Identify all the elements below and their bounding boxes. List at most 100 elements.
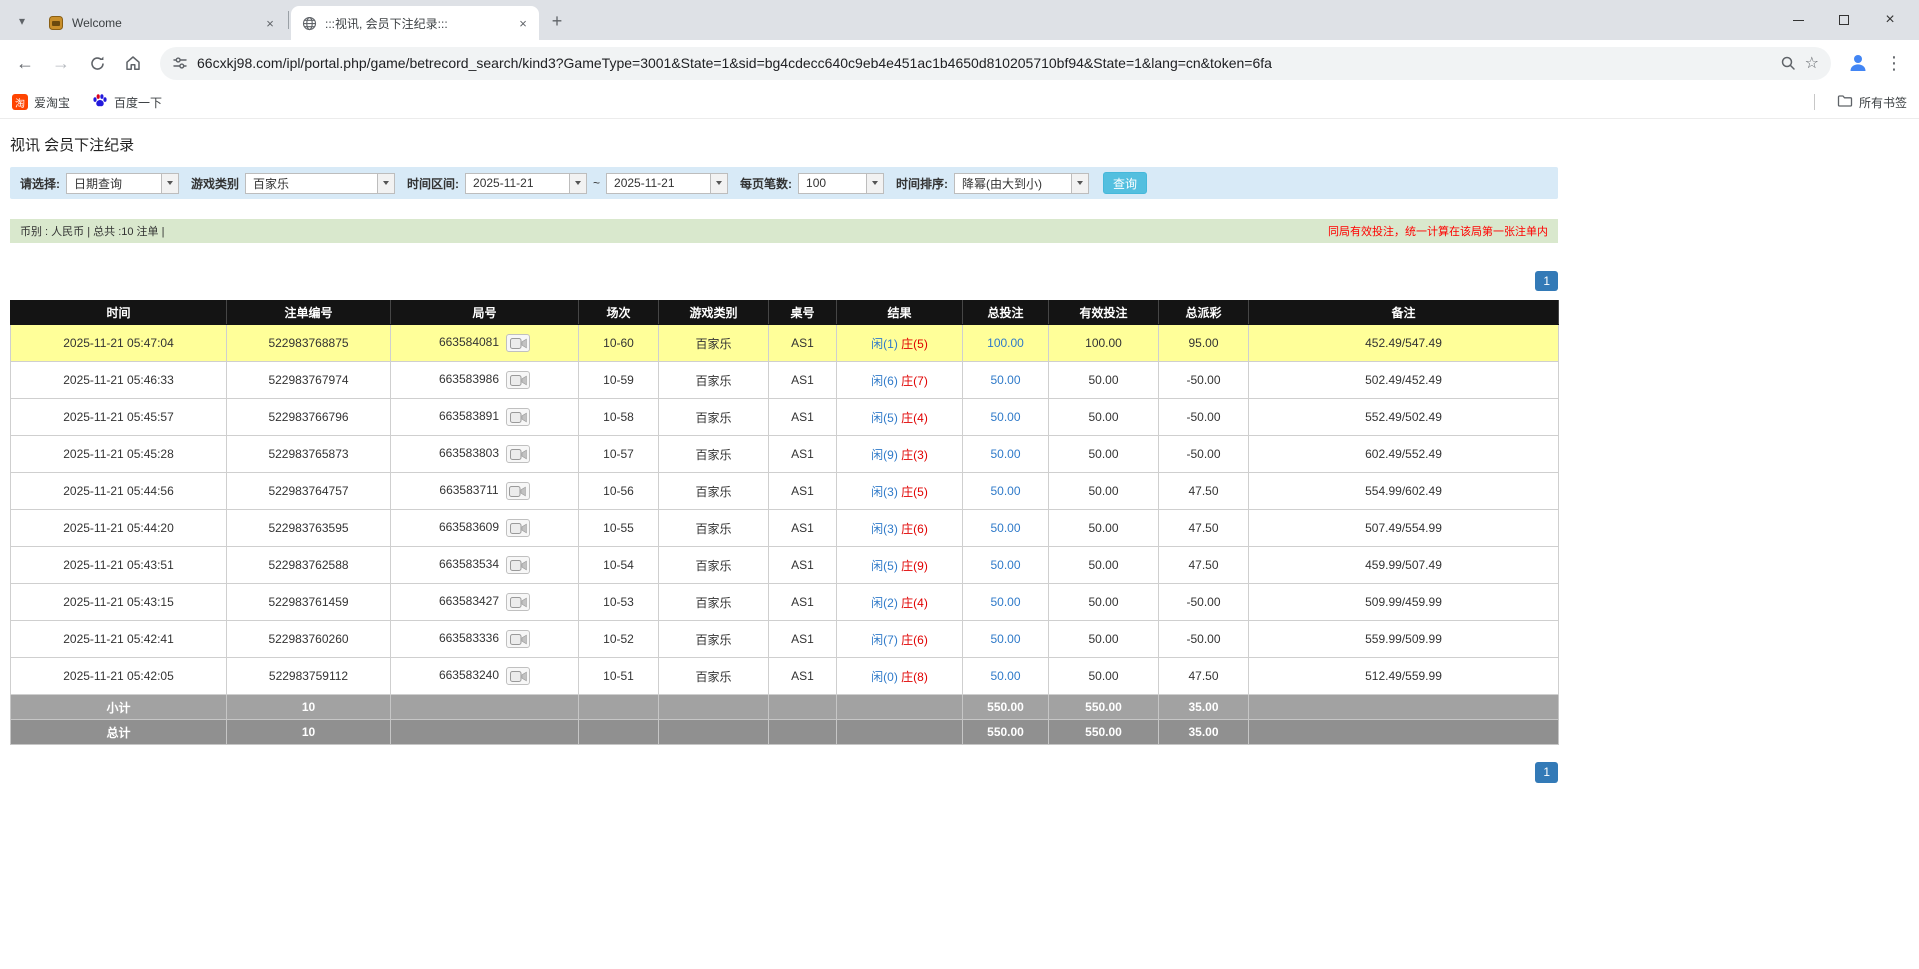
replay-video-icon[interactable] bbox=[506, 408, 530, 426]
forward-button[interactable]: → bbox=[44, 46, 78, 80]
tab-divider bbox=[288, 11, 289, 29]
address-bar[interactable]: 66cxkj98.com/ipl/portal.php/game/betreco… bbox=[160, 47, 1831, 80]
minimize-button[interactable] bbox=[1775, 0, 1821, 40]
total-bet-link[interactable]: 50.00 bbox=[990, 632, 1020, 646]
back-button[interactable]: ← bbox=[8, 46, 42, 80]
select-value: 日期查询 bbox=[67, 174, 129, 193]
result-banker: 庄(6) bbox=[898, 633, 928, 647]
cell-payout: -50.00 bbox=[1159, 399, 1249, 436]
total-bet-link[interactable]: 50.00 bbox=[990, 558, 1020, 572]
tab-close-icon[interactable]: × bbox=[262, 15, 278, 31]
page-number-button[interactable]: 1 bbox=[1535, 762, 1558, 782]
cell-time: 2025-11-21 05:43:15 bbox=[11, 584, 227, 621]
replay-video-icon[interactable] bbox=[506, 593, 530, 611]
cell-round-id: 663583336 bbox=[391, 621, 579, 658]
replay-video-icon[interactable] bbox=[506, 519, 530, 537]
close-window-button[interactable]: × bbox=[1867, 0, 1913, 40]
replay-video-icon[interactable] bbox=[506, 371, 530, 389]
bookmark-star-icon[interactable]: ☆ bbox=[1805, 53, 1819, 73]
bookmarks-bar: 淘 爱淘宝 百度一下 所有书签 bbox=[0, 86, 1919, 119]
page-number-button[interactable]: 1 bbox=[1535, 271, 1558, 291]
cell-game-type: 百家乐 bbox=[659, 510, 769, 547]
cell-session: 10-60 bbox=[579, 325, 659, 362]
cell-time: 2025-11-21 05:45:28 bbox=[11, 436, 227, 473]
zoom-indicator-icon[interactable] bbox=[1780, 55, 1796, 71]
column-header: 场次 bbox=[579, 301, 659, 325]
game-type-select[interactable]: 百家乐 bbox=[245, 173, 395, 194]
bookmark-baidu[interactable]: 百度一下 bbox=[92, 93, 162, 112]
replay-video-icon[interactable] bbox=[506, 556, 530, 574]
total-bet-link[interactable]: 50.00 bbox=[990, 669, 1020, 683]
cell-session: 10-58 bbox=[579, 399, 659, 436]
cell-empty bbox=[579, 720, 659, 745]
result-banker: 庄(7) bbox=[898, 374, 928, 388]
page-content: 视讯 会员下注纪录 请选择: 日期查询 游戏类别 百家乐 时间区间: 2025-… bbox=[0, 134, 1919, 783]
maximize-button[interactable] bbox=[1821, 0, 1867, 40]
tab-search-button[interactable]: ▾ bbox=[8, 7, 36, 35]
bookmark-label: 爱淘宝 bbox=[34, 94, 70, 111]
per-page-select[interactable]: 100 bbox=[798, 173, 884, 194]
replay-video-icon[interactable] bbox=[506, 445, 530, 463]
cell-table-no: AS1 bbox=[769, 510, 837, 547]
menu-icon[interactable]: ⋮ bbox=[1877, 46, 1911, 80]
total-bet-link[interactable]: 50.00 bbox=[990, 521, 1020, 535]
replay-video-icon[interactable] bbox=[506, 334, 530, 352]
cell-result: 闲(7) 庄(6) bbox=[837, 621, 963, 658]
result-banker: 庄(5) bbox=[898, 485, 928, 499]
total-bet-link[interactable]: 50.00 bbox=[990, 447, 1020, 461]
query-type-select[interactable]: 日期查询 bbox=[66, 173, 179, 194]
tab-welcome[interactable]: Welcome × bbox=[38, 6, 286, 40]
sort-order-select[interactable]: 降幂(由大到小) bbox=[954, 173, 1089, 194]
new-tab-button[interactable]: + bbox=[543, 7, 571, 35]
date-to-select[interactable]: 2025-11-21 bbox=[606, 173, 728, 194]
site-info-icon[interactable] bbox=[172, 55, 188, 71]
filter-label-game-type: 游戏类别 bbox=[191, 175, 239, 192]
chevron-down-icon bbox=[710, 174, 727, 193]
cell-count: 10 bbox=[227, 695, 391, 720]
cell-empty bbox=[579, 695, 659, 720]
replay-video-icon[interactable] bbox=[506, 482, 530, 500]
cell-bet-id: 522983761459 bbox=[227, 584, 391, 621]
total-bet-link[interactable]: 50.00 bbox=[990, 484, 1020, 498]
tab-betrecord[interactable]: :::视讯, 会员下注纪录::: × bbox=[291, 6, 539, 40]
cell-session: 10-55 bbox=[579, 510, 659, 547]
url-text[interactable]: 66cxkj98.com/ipl/portal.php/game/betreco… bbox=[197, 55, 1771, 71]
cell-table-no: AS1 bbox=[769, 621, 837, 658]
cell-valid-bet: 50.00 bbox=[1049, 658, 1159, 695]
total-bet-link[interactable]: 50.00 bbox=[990, 410, 1020, 424]
date-from-select[interactable]: 2025-11-21 bbox=[465, 173, 587, 194]
table-row: 2025-11-21 05:47:04522983768875663584081… bbox=[11, 325, 1559, 362]
cell-payout: 35.00 bbox=[1159, 695, 1249, 720]
cell-valid-bet: 50.00 bbox=[1049, 510, 1159, 547]
cell-payout: -50.00 bbox=[1159, 584, 1249, 621]
replay-video-icon[interactable] bbox=[506, 630, 530, 648]
taobao-icon: 淘 bbox=[12, 94, 28, 110]
profile-avatar[interactable] bbox=[1841, 46, 1875, 80]
all-bookmarks-button[interactable]: 所有书签 bbox=[1837, 94, 1907, 111]
search-button[interactable]: 查询 bbox=[1103, 172, 1147, 194]
globe-icon bbox=[301, 15, 317, 31]
column-header: 总派彩 bbox=[1159, 301, 1249, 325]
cell-result: 闲(3) 庄(5) bbox=[837, 473, 963, 510]
result-banker: 庄(3) bbox=[898, 448, 928, 462]
replay-video-icon[interactable] bbox=[506, 667, 530, 685]
subtotal-row: 小计10550.00550.0035.00 bbox=[11, 695, 1559, 720]
cell-payout: 95.00 bbox=[1159, 325, 1249, 362]
cell-note: 559.99/509.99 bbox=[1249, 621, 1559, 658]
cell-round-id: 663583891 bbox=[391, 399, 579, 436]
cell-total-bet: 550.00 bbox=[963, 695, 1049, 720]
total-row: 总计10550.00550.0035.00 bbox=[11, 720, 1559, 745]
cell-session: 10-57 bbox=[579, 436, 659, 473]
cell-result: 闲(0) 庄(8) bbox=[837, 658, 963, 695]
cell-total-bet: 50.00 bbox=[963, 658, 1049, 695]
home-button[interactable] bbox=[116, 46, 150, 80]
folder-icon bbox=[1837, 94, 1853, 111]
notice-text: 同局有效投注，统一计算在该局第一张注单内 bbox=[1328, 223, 1548, 239]
refresh-button[interactable] bbox=[80, 46, 114, 80]
cell-empty bbox=[837, 695, 963, 720]
bookmark-taobao[interactable]: 淘 爱淘宝 bbox=[12, 94, 70, 111]
total-bet-link[interactable]: 100.00 bbox=[987, 336, 1024, 350]
tab-close-icon[interactable]: × bbox=[515, 15, 531, 31]
total-bet-link[interactable]: 50.00 bbox=[990, 373, 1020, 387]
total-bet-link[interactable]: 50.00 bbox=[990, 595, 1020, 609]
